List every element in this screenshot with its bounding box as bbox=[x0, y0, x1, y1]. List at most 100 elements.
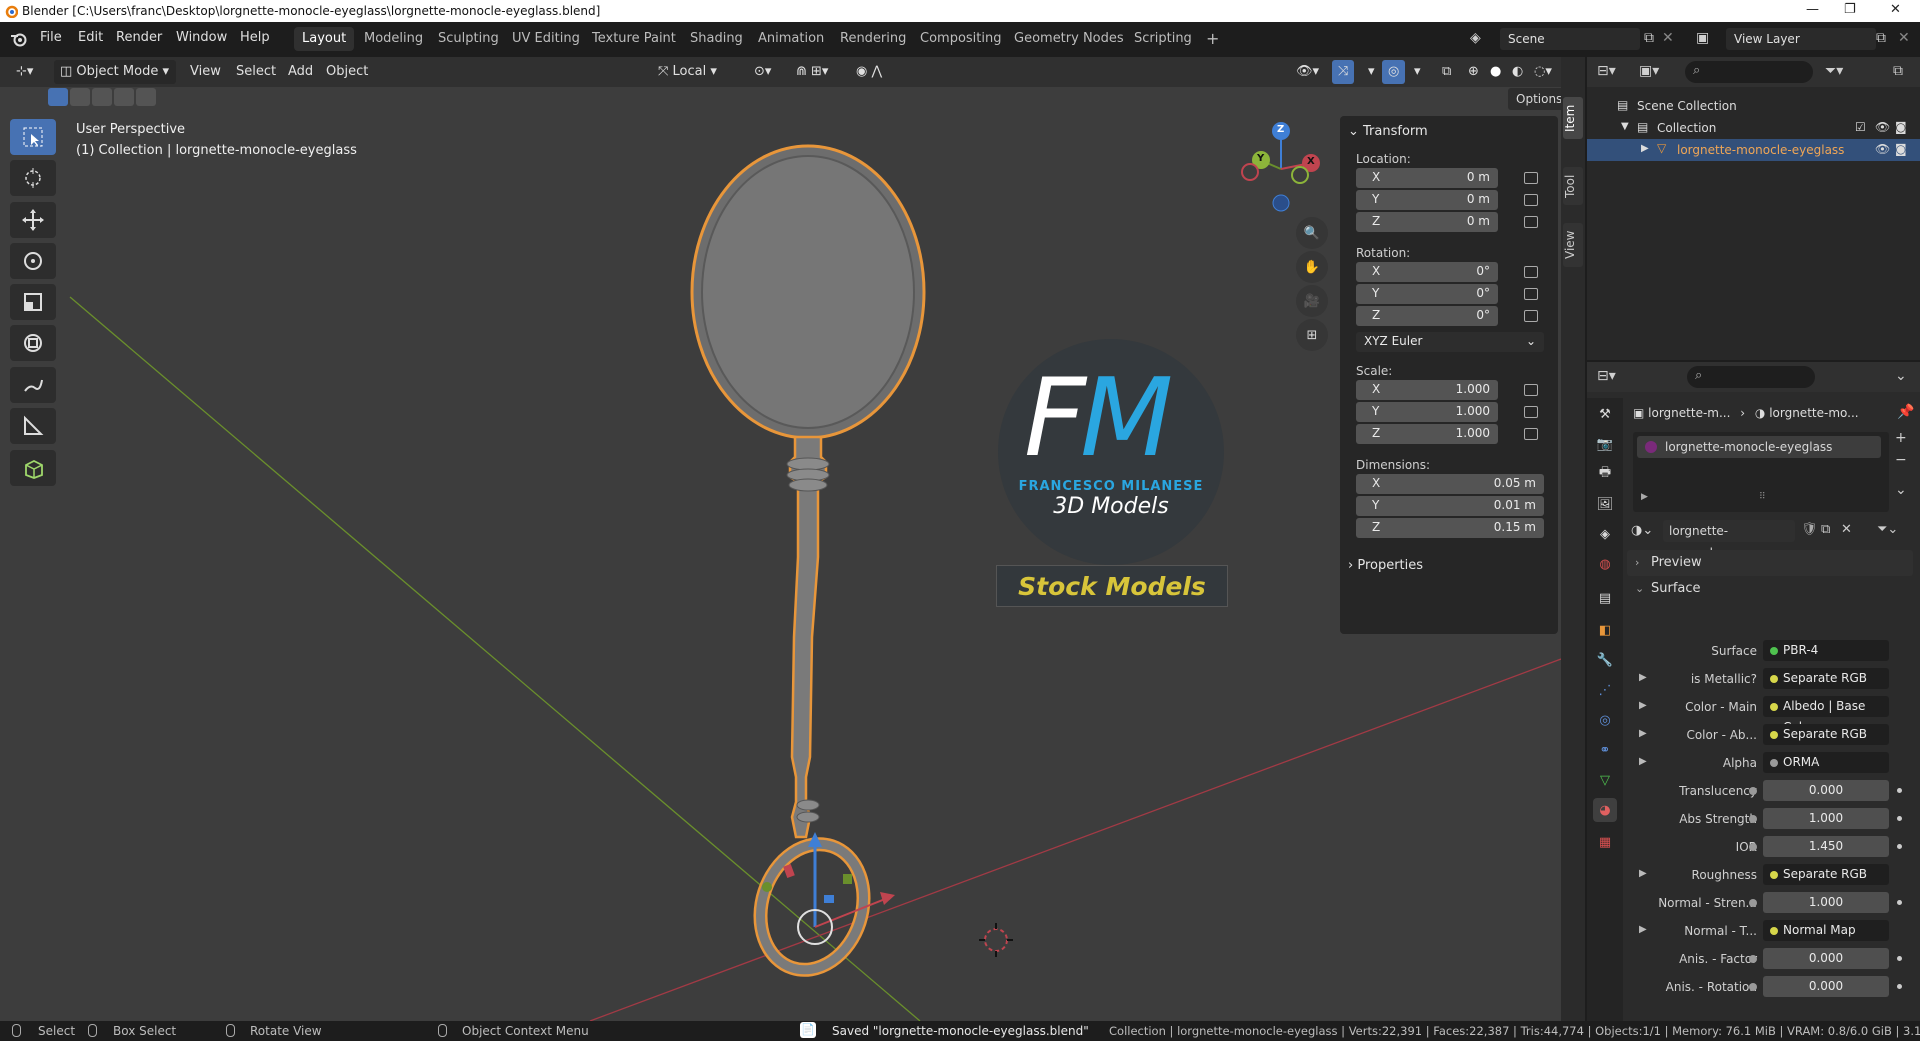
tab-modeling[interactable]: Modeling bbox=[356, 27, 431, 51]
add-workspace-button[interactable]: + bbox=[1198, 27, 1227, 51]
chevron-down-icon[interactable]: ⌄ bbox=[1895, 368, 1907, 384]
transform-tool[interactable] bbox=[10, 325, 56, 361]
pin-icon[interactable]: 📌 bbox=[1897, 404, 1914, 420]
property-value-field[interactable]: Separate RGB bbox=[1763, 864, 1889, 885]
world-tab-icon[interactable]: ◍ bbox=[1593, 552, 1617, 576]
slot-menu-icon[interactable]: ⌄ bbox=[1895, 482, 1907, 498]
chevron-down-icon[interactable]: ▼ bbox=[1621, 121, 1629, 132]
location-z-field[interactable]: Z 0 m bbox=[1356, 212, 1498, 232]
surface-section-header[interactable]: ⌄ Surface bbox=[1627, 576, 1913, 602]
chevron-right-icon[interactable]: ▶ bbox=[1639, 672, 1647, 683]
eye-icon[interactable]: 👁 bbox=[1875, 142, 1890, 156]
zoom-view-button[interactable]: 🔍 bbox=[1296, 217, 1328, 249]
move-tool[interactable] bbox=[10, 202, 56, 238]
remove-slot-icon[interactable]: − bbox=[1895, 452, 1907, 468]
tab-animation[interactable]: Animation bbox=[750, 27, 832, 51]
property-value-field[interactable]: 0.000 bbox=[1749, 780, 1889, 801]
delete-scene-icon[interactable]: ✕ bbox=[1662, 30, 1674, 46]
filter-icon[interactable]: ⏷⌄ bbox=[1877, 522, 1898, 537]
constraints-tab-icon[interactable]: ⚭ bbox=[1593, 738, 1617, 762]
chevron-right-icon[interactable]: ▶ bbox=[1641, 143, 1649, 154]
lock-icon[interactable] bbox=[1524, 406, 1538, 418]
socket-icon[interactable] bbox=[1770, 703, 1778, 711]
chevron-right-icon[interactable]: ▶ bbox=[1639, 924, 1647, 935]
transform-section-header[interactable]: ⌄ Transform bbox=[1348, 124, 1428, 139]
dimensions-z-field[interactable]: Z 0.15 m bbox=[1356, 518, 1544, 538]
physics-tab-icon[interactable]: ◎ bbox=[1593, 708, 1617, 732]
scene-selector[interactable]: Scene bbox=[1500, 28, 1640, 50]
eye-icon[interactable]: 👁 bbox=[1875, 120, 1890, 134]
measure-tool[interactable] bbox=[10, 408, 56, 444]
outliner-row-scene-collection[interactable]: ▤ Scene Collection bbox=[1587, 95, 1920, 117]
tab-sculpting[interactable]: Sculpting bbox=[430, 27, 507, 51]
checkbox-icon[interactable]: ☑ bbox=[1855, 120, 1866, 134]
outliner-row-collection[interactable]: ▼ ▤ Collection ☑ 👁 ◙ bbox=[1587, 117, 1920, 139]
new-view-layer-icon[interactable]: ⧉ bbox=[1876, 30, 1886, 46]
material-browse-icon[interactable]: ◑⌄ bbox=[1631, 523, 1653, 538]
unlink-icon[interactable]: ✕ bbox=[1841, 522, 1852, 537]
rotate-tool[interactable] bbox=[10, 243, 56, 279]
add-cube-tool[interactable] bbox=[10, 450, 56, 486]
camera-icon[interactable]: ◙ bbox=[1895, 142, 1907, 156]
chevron-right-icon[interactable]: ▶ bbox=[1639, 728, 1647, 739]
lock-icon[interactable] bbox=[1524, 216, 1538, 228]
socket-icon[interactable] bbox=[1749, 787, 1757, 795]
texture-tab-icon[interactable]: ▦ bbox=[1593, 830, 1617, 854]
tab-texture-paint[interactable]: Texture Paint bbox=[584, 27, 684, 51]
socket-icon[interactable] bbox=[1770, 871, 1778, 879]
lock-icon[interactable] bbox=[1524, 266, 1538, 278]
pan-view-button[interactable]: ✋ bbox=[1296, 251, 1328, 283]
camera-view-button[interactable]: 🎥 bbox=[1296, 285, 1328, 317]
tab-compositing[interactable]: Compositing bbox=[912, 27, 1010, 51]
view-layer-tab-icon[interactable]: 🖼 bbox=[1593, 492, 1617, 516]
display-mode-icon[interactable]: ▣▾ bbox=[1639, 63, 1659, 79]
property-value-field[interactable]: PBR-4 bbox=[1763, 640, 1889, 661]
keyframe-dot-icon[interactable] bbox=[1897, 956, 1902, 961]
tab-uv-editing[interactable]: UV Editing bbox=[504, 27, 588, 51]
view-layer-icon[interactable]: ▣ bbox=[1696, 30, 1709, 46]
collection-tab-icon[interactable]: ▤ bbox=[1593, 586, 1617, 610]
tab-scripting[interactable]: Scripting bbox=[1126, 27, 1200, 51]
material-tab-icon[interactable]: ◕ bbox=[1593, 798, 1617, 822]
chevron-right-icon[interactable]: ▶ bbox=[1639, 700, 1647, 711]
scale-z-field[interactable]: Z 1.000 bbox=[1356, 424, 1498, 444]
tab-view[interactable]: View bbox=[1563, 223, 1583, 267]
data-tab-icon[interactable]: ▽ bbox=[1593, 768, 1617, 792]
tab-geometry-nodes[interactable]: Geometry Nodes bbox=[1006, 27, 1132, 51]
lock-icon[interactable] bbox=[1524, 428, 1538, 440]
lock-icon[interactable] bbox=[1524, 194, 1538, 206]
keyframe-dot-icon[interactable] bbox=[1897, 788, 1902, 793]
particles-tab-icon[interactable]: ⋰ bbox=[1593, 678, 1617, 702]
property-value-field[interactable]: ORMA bbox=[1763, 752, 1889, 773]
rotation-x-field[interactable]: X 0° bbox=[1356, 262, 1498, 282]
property-value-field[interactable]: 0.000 bbox=[1749, 948, 1889, 969]
filter-icon[interactable]: ⏷▾ bbox=[1825, 63, 1843, 79]
menu-window[interactable]: Window bbox=[176, 30, 227, 45]
properties-section-header[interactable]: › Properties bbox=[1348, 558, 1423, 573]
scale-tool[interactable] bbox=[10, 284, 56, 320]
socket-icon[interactable] bbox=[1749, 843, 1757, 851]
menu-file[interactable]: File bbox=[40, 30, 62, 45]
socket-icon[interactable] bbox=[1770, 675, 1778, 683]
outliner-row-object[interactable]: ▶ ▽ lorgnette-monocle-eyeglass 👁 ◙ bbox=[1587, 139, 1920, 161]
keyframe-dot-icon[interactable] bbox=[1897, 844, 1902, 849]
lock-icon[interactable] bbox=[1524, 172, 1538, 184]
socket-icon[interactable] bbox=[1749, 899, 1757, 907]
duplicate-icon[interactable]: ⧉ bbox=[1821, 522, 1830, 537]
property-value-field[interactable]: 1.000 bbox=[1749, 808, 1889, 829]
dimensions-y-field[interactable]: Y 0.01 m bbox=[1356, 496, 1544, 516]
socket-icon[interactable] bbox=[1770, 759, 1778, 767]
properties-search-input[interactable]: ⌕ bbox=[1687, 366, 1815, 388]
modifier-tab-icon[interactable]: 🔧 bbox=[1593, 648, 1617, 672]
camera-icon[interactable]: ◙ bbox=[1895, 120, 1907, 134]
property-value-field[interactable]: Normal Map bbox=[1763, 920, 1889, 941]
ortho-view-button[interactable]: ⊞ bbox=[1296, 319, 1328, 351]
keyframe-dot-icon[interactable] bbox=[1897, 984, 1902, 989]
maximize-icon[interactable]: ❐ bbox=[1844, 2, 1856, 17]
close-icon[interactable]: ✕ bbox=[1890, 2, 1901, 17]
location-y-field[interactable]: Y 0 m bbox=[1356, 190, 1498, 210]
lock-icon[interactable] bbox=[1524, 288, 1538, 300]
outliner-search-input[interactable]: ⌕ bbox=[1685, 61, 1813, 83]
chevron-right-icon[interactable]: ▶ bbox=[1639, 868, 1647, 879]
property-value-field[interactable]: Albedo | Base Color bbox=[1763, 696, 1889, 734]
